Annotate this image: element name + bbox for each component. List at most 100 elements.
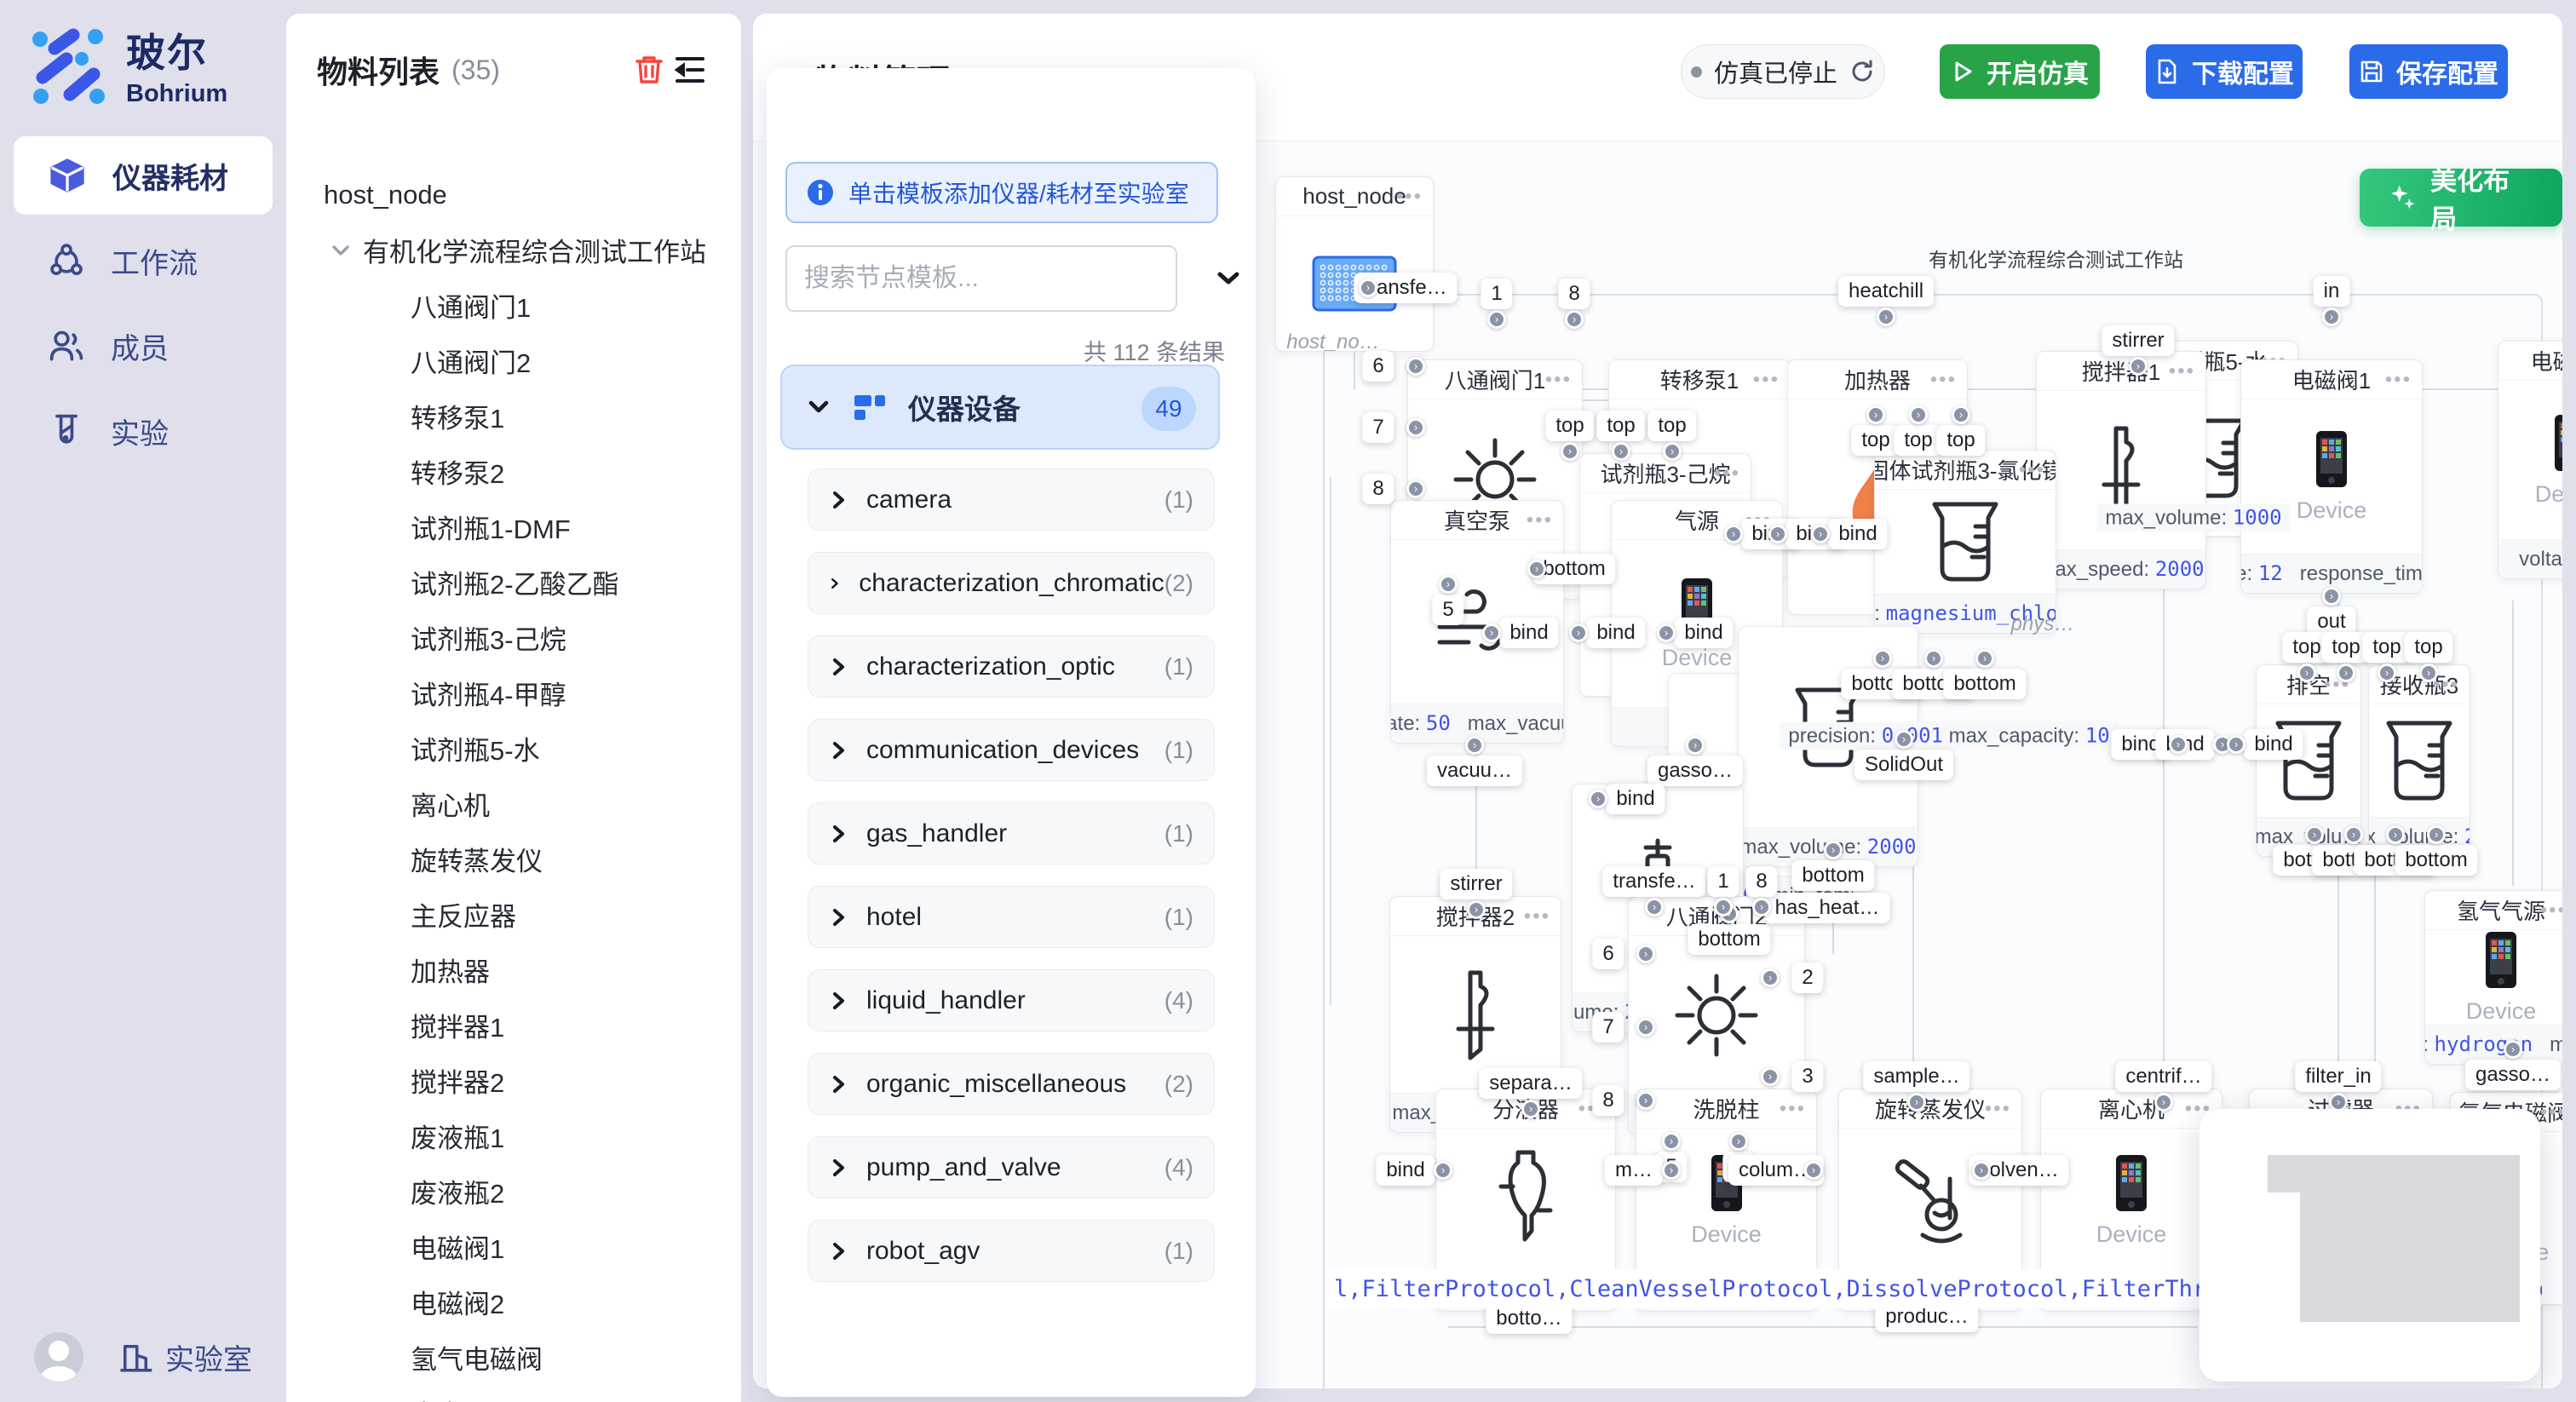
port-dot-icon[interactable]: › <box>1636 1091 1655 1110</box>
port-label[interactable]: 7 <box>1362 412 1394 443</box>
tree-item[interactable]: 搅拌器2 <box>317 1053 710 1108</box>
category-row-robot_agv[interactable]: robot_agv(1) <box>808 1220 1215 1282</box>
port-label[interactable]: bottom <box>1943 669 2026 699</box>
category-row-pump_and_valve[interactable]: pump_and_valve(4) <box>808 1136 1215 1198</box>
port-label[interactable]: bind <box>1376 1155 1435 1186</box>
port-label[interactable]: bind <box>1674 618 1733 648</box>
node-menu-icon[interactable]: ••• <box>1780 1097 1806 1121</box>
tree-item[interactable]: 有机化学流程综合测试工作站 <box>317 222 710 278</box>
port-label[interactable]: 3 <box>1791 1061 1823 1092</box>
node-menu-icon[interactable]: ••• <box>2169 359 2195 383</box>
tree-item[interactable]: 试剂瓶4-甲醇 <box>317 665 710 721</box>
port-dot-icon[interactable]: › <box>1467 900 1486 919</box>
port-dot-icon[interactable]: › <box>1434 1161 1452 1180</box>
port-dot-icon[interactable]: › <box>1527 560 1546 578</box>
collapse-tree-button[interactable] <box>670 49 710 90</box>
chevron-down-icon[interactable] <box>324 241 358 260</box>
port-dot-icon[interactable]: › <box>1636 945 1655 963</box>
port-label[interactable]: top <box>1894 425 1942 456</box>
port-dot-icon[interactable]: › <box>2427 825 2446 844</box>
category-row-liquid_handler[interactable]: liquid_handler(4) <box>808 969 1215 1031</box>
port-label[interactable]: 5 <box>1432 595 1463 625</box>
port-label[interactable]: 1 <box>1481 279 1512 309</box>
port-dot-icon[interactable]: › <box>2386 825 2405 844</box>
tree-item[interactable]: 氢气电磁阀 <box>317 1330 710 1385</box>
port-dot-icon[interactable]: › <box>1729 1132 1748 1151</box>
port-dot-icon[interactable]: › <box>1824 841 1843 859</box>
port-label[interactable]: 8 <box>1592 1085 1624 1116</box>
node-固体试剂瓶3-氯化镁[interactable]: 固体试剂瓶3-氯化镁•••agent: magnesium_chloride <box>1874 450 2056 634</box>
node-接收瓶3[interactable]: 接收瓶3•••max_volume: 250 <box>2368 664 2470 857</box>
tree-item[interactable]: host_node <box>317 167 710 222</box>
port-label[interactable]: transfe… <box>1602 866 1705 897</box>
port-label[interactable]: 6 <box>1592 939 1624 969</box>
port-label[interactable]: top <box>2404 632 2452 663</box>
port-label[interactable]: centrif… <box>2115 1061 2211 1092</box>
port-label[interactable]: stirrer <box>2102 325 2174 356</box>
node-menu-icon[interactable]: ••• <box>2019 458 2045 482</box>
category-row-communication_devices[interactable]: communication_devices(1) <box>808 719 1215 781</box>
port-dot-icon[interactable]: › <box>1487 310 1506 329</box>
tree-item[interactable]: 试剂瓶5-水 <box>317 721 710 776</box>
port-dot-icon[interactable]: › <box>1909 405 1928 424</box>
port-label[interactable]: gasso… <box>2465 1060 2561 1090</box>
delete-all-button[interactable] <box>629 49 670 90</box>
port-dot-icon[interactable]: › <box>1359 279 1377 297</box>
port-dot-icon[interactable]: › <box>1895 730 1913 749</box>
save-config-button[interactable]: 保存配置 <box>2349 44 2508 99</box>
port-dot-icon[interactable]: › <box>1811 525 1830 543</box>
port-dot-icon[interactable]: › <box>1465 736 1484 755</box>
port-dot-icon[interactable]: › <box>1406 357 1425 376</box>
port-label[interactable]: gasso… <box>1647 756 1743 786</box>
port-dot-icon[interactable]: › <box>1636 1018 1655 1037</box>
simulation-status-badge[interactable]: 仿真已停止 <box>1681 44 1885 99</box>
port-dot-icon[interactable]: › <box>2322 307 2341 326</box>
port-label[interactable]: bottom <box>1688 924 1770 955</box>
start-simulation-button[interactable]: 开启仿真 <box>1940 44 2100 99</box>
tree-item[interactable]: 废液瓶1 <box>317 1108 710 1164</box>
port-dot-icon[interactable]: › <box>1482 623 1501 642</box>
panel-collapse-icon[interactable] <box>1213 266 1244 291</box>
port-dot-icon[interactable]: › <box>1768 525 1787 543</box>
category-group-instruments[interactable]: 仪器设备 49 <box>780 365 1220 450</box>
port-dot-icon[interactable]: › <box>2344 825 2363 844</box>
tree-item[interactable]: 试剂瓶2-乙酸乙酯 <box>317 554 710 610</box>
tree-item[interactable]: 旋转蒸发仪 <box>317 831 710 887</box>
node-电磁阀2[interactable]: 电磁阀2•••Devicevoltage: 12 <box>2498 341 2562 579</box>
port-label[interactable]: bind <box>1606 784 1665 814</box>
port-dot-icon[interactable]: › <box>1439 575 1458 594</box>
port-label[interactable]: 8 <box>1362 474 1394 504</box>
port-dot-icon[interactable]: › <box>1761 1067 1780 1086</box>
port-dot-icon[interactable]: › <box>1565 310 1584 329</box>
port-dot-icon[interactable]: › <box>1662 1161 1681 1180</box>
minimap-panel[interactable] <box>2199 1109 2540 1382</box>
port-dot-icon[interactable]: › <box>1569 623 1588 642</box>
category-row-characterization_chromatic[interactable]: characterization_chromatic(2) <box>808 552 1215 614</box>
port-label[interactable]: bind <box>1828 519 1887 549</box>
port-label[interactable]: 8 <box>1558 279 1590 309</box>
port-dot-icon[interactable]: › <box>2305 825 2324 844</box>
port-dot-icon[interactable]: › <box>1589 790 1607 808</box>
port-label[interactable]: top <box>1936 425 1985 456</box>
port-dot-icon[interactable]: › <box>2169 735 2188 754</box>
category-row-organic_miscellaneous[interactable]: organic_miscellaneous(2) <box>808 1053 1215 1115</box>
node-menu-icon[interactable]: ••• <box>1985 1097 2011 1121</box>
port-label[interactable]: top <box>1851 425 1900 456</box>
tree-item[interactable]: 转移泵1 <box>317 388 710 444</box>
port-dot-icon[interactable]: › <box>2227 735 2245 754</box>
port-dot-icon[interactable]: › <box>2297 664 2316 682</box>
category-row-hotel[interactable]: hotel(1) <box>808 886 1215 948</box>
node-host_node[interactable]: host_node••• <box>1275 176 1434 352</box>
category-row-characterization_optic[interactable]: characterization_optic(1) <box>808 635 1215 698</box>
node-氢气气源[interactable]: 氢气气源•••Device_type: hydrogenmax_pre <box>2424 890 2562 1065</box>
port-dot-icon[interactable]: › <box>1924 649 1943 668</box>
port-dot-icon[interactable]: › <box>1686 736 1705 755</box>
search-input[interactable] <box>804 264 1138 293</box>
port-label[interactable]: heatchill <box>1838 276 1934 307</box>
node-menu-icon[interactable]: ••• <box>2385 368 2412 392</box>
port-dot-icon[interactable]: › <box>1907 1093 1926 1112</box>
sidebar-item-2[interactable]: 成员 <box>14 307 273 385</box>
tree-item[interactable]: 八通阀门1 <box>317 278 710 333</box>
port-label[interactable]: 6 <box>1362 351 1394 382</box>
tree-item[interactable]: 八通阀门2 <box>317 333 710 388</box>
